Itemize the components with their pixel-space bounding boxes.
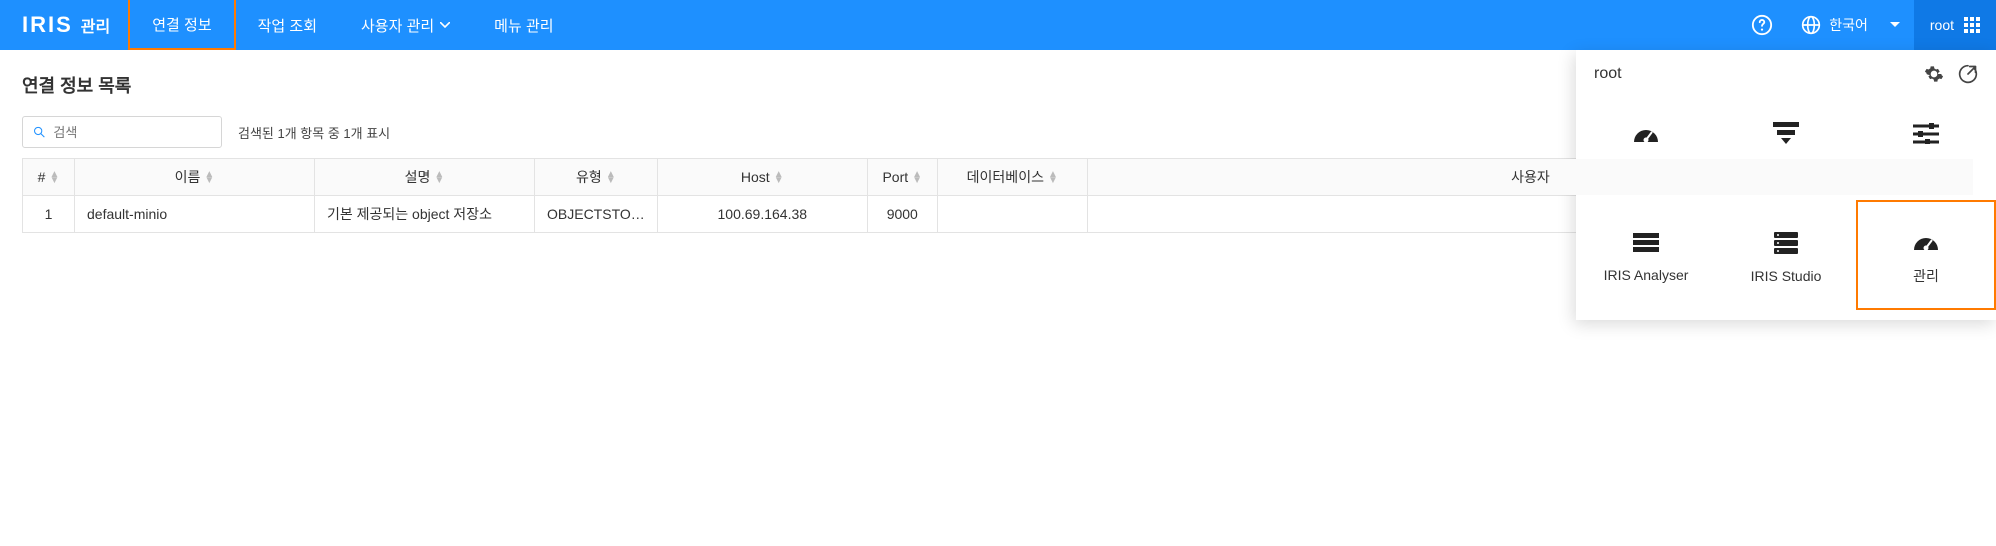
chevron-down-icon xyxy=(440,22,450,28)
user-label: root xyxy=(1930,17,1954,33)
server-icon xyxy=(1774,232,1798,254)
gauge-icon xyxy=(1632,122,1660,144)
help-icon xyxy=(1751,14,1773,36)
apps-grid-icon xyxy=(1964,17,1980,33)
filter-icon xyxy=(1773,122,1799,144)
nav-job-query[interactable]: 작업 조회 xyxy=(236,0,339,50)
cell-type: OBJECTSTO… xyxy=(535,196,658,233)
sort-icon: ▲▼ xyxy=(774,172,784,184)
nav-label: 메뉴 관리 xyxy=(494,15,553,36)
nav-user-manage[interactable]: 사용자 관리 xyxy=(339,0,472,50)
col-header-type[interactable]: 유형▲▼ xyxy=(535,159,658,196)
col-header-host[interactable]: Host▲▼ xyxy=(657,159,867,196)
logout-icon xyxy=(1958,64,1978,84)
language-selector[interactable]: 한국어 xyxy=(1787,0,1914,50)
cell-db xyxy=(937,196,1087,233)
sort-icon: ▲▼ xyxy=(606,172,616,184)
nav-label: 연결 정보 xyxy=(152,14,211,35)
sort-icon: ▲▼ xyxy=(1048,172,1058,184)
nav-label: 작업 조회 xyxy=(258,15,317,36)
brand-sub: 관리 xyxy=(81,13,110,37)
dropdown-header: root xyxy=(1576,50,1996,94)
gauge-icon xyxy=(1912,230,1940,252)
dropdown-item-analyser[interactable]: IRIS Analyser xyxy=(1576,200,1716,310)
help-button[interactable] xyxy=(1737,0,1787,50)
col-header-name[interactable]: 이름▲▼ xyxy=(75,159,315,196)
result-text: 검색된 1개 항목 중 1개 표시 xyxy=(238,123,390,142)
col-header-desc[interactable]: 설명▲▼ xyxy=(315,159,535,196)
table-header-row: #▲▼ 이름▲▼ 설명▲▼ 유형▲▼ Host▲▼ Port▲▼ 데이터베이스▲… xyxy=(23,159,1974,196)
nav-menu-manage[interactable]: 메뉴 관리 xyxy=(472,0,575,50)
nav-connection-info[interactable]: 연결 정보 xyxy=(128,0,235,50)
gear-icon xyxy=(1924,64,1944,84)
col-header-user[interactable]: 사용자 xyxy=(1087,159,1973,196)
sort-icon: ▲▼ xyxy=(434,172,444,184)
search-box[interactable] xyxy=(22,116,222,148)
language-label: 한국어 xyxy=(1829,15,1868,35)
search-input[interactable] xyxy=(53,125,211,140)
sort-icon: ▲▼ xyxy=(912,172,922,184)
cell-port: 9000 xyxy=(867,196,937,233)
dropdown-item-label: IRIS Studio xyxy=(1751,268,1822,284)
dropdown-item-label: 관리 xyxy=(1913,266,1939,286)
cell-name: default-minio xyxy=(75,196,315,233)
col-header-num[interactable]: #▲▼ xyxy=(23,159,75,196)
brand: IRIS 관리 xyxy=(0,0,128,50)
caret-down-icon xyxy=(1890,22,1900,28)
cell-num: 1 xyxy=(23,196,75,233)
cell-desc: 기본 제공되는 object 저장소 xyxy=(315,196,535,233)
nav-label: 사용자 관리 xyxy=(361,15,434,36)
cell-host: 100.69.164.38 xyxy=(657,196,867,233)
col-header-port[interactable]: Port▲▼ xyxy=(867,159,937,196)
col-header-db[interactable]: 데이터베이스▲▼ xyxy=(937,159,1087,196)
dropdown-grid: 대시보드 브라우저 데이터 모델 IRIS Analyser xyxy=(1576,94,1996,310)
user-menu-button[interactable]: root xyxy=(1914,0,1996,50)
sort-icon: ▲▼ xyxy=(204,172,214,184)
sort-icon: ▲▼ xyxy=(49,172,59,184)
topbar-right: 한국어 root xyxy=(1737,0,1996,50)
nav: 연결 정보 작업 조회 사용자 관리 메뉴 관리 xyxy=(128,0,575,50)
bars-icon xyxy=(1633,233,1659,253)
logout-button[interactable] xyxy=(1958,64,1978,84)
dropdown-item-admin[interactable]: 관리 xyxy=(1856,200,1996,310)
settings-button[interactable] xyxy=(1924,64,1944,84)
globe-icon xyxy=(1801,15,1821,35)
dropdown-user-label: root xyxy=(1594,65,1924,83)
brand-iris: IRIS xyxy=(22,12,73,38)
sliders-icon xyxy=(1913,122,1939,144)
search-icon xyxy=(33,125,45,139)
topbar: IRIS 관리 연결 정보 작업 조회 사용자 관리 메뉴 관리 한국어 ro xyxy=(0,0,1996,50)
dropdown-item-studio[interactable]: IRIS Studio xyxy=(1716,200,1856,310)
dropdown-item-label: IRIS Analyser xyxy=(1604,267,1689,283)
